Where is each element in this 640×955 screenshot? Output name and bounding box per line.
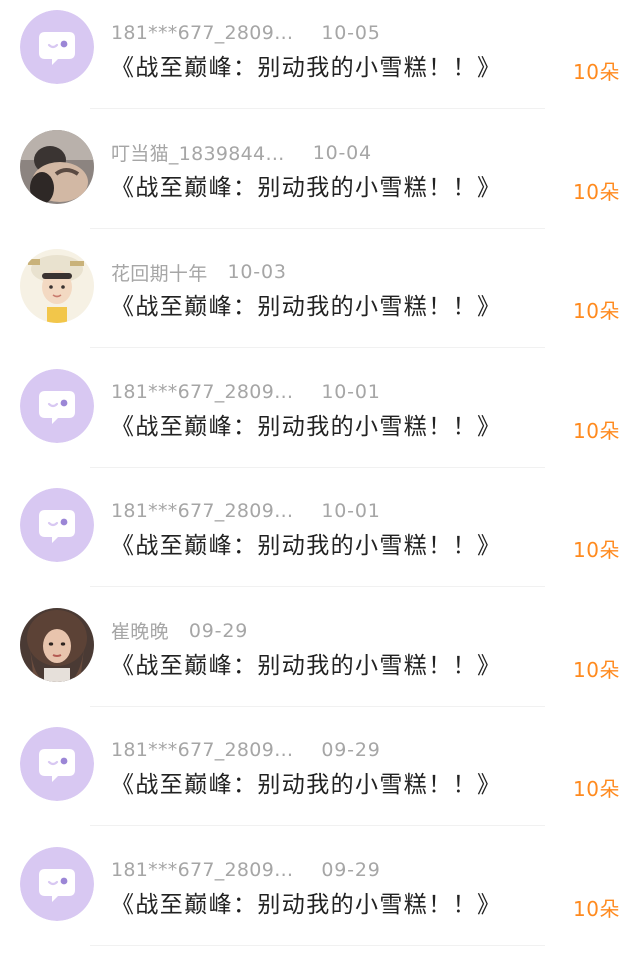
default-chat-avatar-icon[interactable] <box>20 727 94 801</box>
book-title[interactable]: 《战至巅峰：别动我的小雪糕！！》 <box>111 530 501 562</box>
record-meta: 叮当猫_1839844… 10-04 <box>111 140 372 166</box>
user-name: 叮当猫_1839844… <box>111 143 285 165</box>
row-divider <box>90 586 545 587</box>
gift-count: 10朵 <box>573 418 620 443</box>
row-divider <box>90 825 545 826</box>
record-meta: 181***677_2809… 09-29 <box>111 737 381 763</box>
book-title[interactable]: 《战至巅峰：别动我的小雪糕！！》 <box>111 291 501 323</box>
list-item[interactable]: 花回期十年 10-03 《战至巅峰：别动我的小雪糕！！》 10朵 <box>0 239 640 359</box>
gift-count: 10朵 <box>573 657 620 682</box>
record-meta: 181***677_2809… 10-01 <box>111 379 381 405</box>
list-item[interactable]: 181***677_2809… 10-01 《战至巅峰：别动我的小雪糕！！》 1… <box>0 359 640 479</box>
book-title[interactable]: 《战至巅峰：别动我的小雪糕！！》 <box>111 52 501 84</box>
record-meta: 花回期十年 10-03 <box>111 259 287 285</box>
book-title[interactable]: 《战至巅峰：别动我的小雪糕！！》 <box>111 411 501 443</box>
gift-count: 10朵 <box>573 299 620 323</box>
book-title[interactable]: 《战至巅峰：别动我的小雪糕！！》 <box>111 769 501 801</box>
default-chat-avatar-icon[interactable] <box>20 846 94 921</box>
record-date: 10-01 <box>321 380 381 403</box>
user-name: 181***677_2809… <box>111 380 294 403</box>
record-meta: 崔晚晚 09-29 <box>111 618 248 644</box>
gift-count: 10朵 <box>573 60 620 84</box>
row-divider <box>90 705 545 707</box>
default-chat-avatar-icon[interactable] <box>20 488 94 562</box>
user-name: 181***677_2809… <box>111 22 294 44</box>
gift-count: 10朵 <box>573 777 620 801</box>
default-chat-avatar-icon[interactable] <box>20 10 94 84</box>
record-meta: 181***677_2809… 09-29 <box>111 857 381 883</box>
list-item[interactable]: 181***677_2809… 10-01 《战至巅峰：别动我的小雪糕！！》 1… <box>0 478 640 598</box>
row-divider <box>90 347 545 348</box>
list-item[interactable]: 181***677_2809… 10-05 《战至巅峰：别动我的小雪糕！！》 1… <box>0 0 640 120</box>
record-meta: 181***677_2809… 10-01 <box>111 498 381 524</box>
default-chat-avatar-icon[interactable] <box>20 368 94 443</box>
record-meta: 181***677_2809… 10-05 <box>111 20 381 46</box>
user-name: 181***677_2809… <box>111 500 294 522</box>
record-date: 09-29 <box>188 619 249 642</box>
record-date: 10-01 <box>321 500 381 522</box>
record-date: 10-05 <box>321 22 381 44</box>
book-title[interactable]: 《战至巅峰：别动我的小雪糕！！》 <box>111 172 501 204</box>
cat-photo-avatar[interactable] <box>20 129 94 204</box>
list-item[interactable]: 181***677_2809… 09-29 《战至巅峰：别动我的小雪糕！！》 1… <box>0 717 640 837</box>
record-date: 10-04 <box>312 141 372 164</box>
book-title[interactable]: 《战至巅峰：别动我的小雪糕！！》 <box>111 889 501 921</box>
girl-photo-avatar[interactable] <box>20 607 94 682</box>
boy-photo-avatar[interactable] <box>20 249 94 323</box>
book-title[interactable]: 《战至巅峰：别动我的小雪糕！！》 <box>111 650 501 682</box>
user-name: 181***677_2809… <box>111 858 294 881</box>
record-date: 10-03 <box>227 261 287 283</box>
user-name: 崔晚晚 <box>111 621 169 643</box>
gift-count: 10朵 <box>573 179 620 204</box>
user-name: 花回期十年 <box>111 262 208 285</box>
gift-count: 10朵 <box>573 538 620 562</box>
gift-count: 10朵 <box>573 896 620 921</box>
row-divider <box>90 108 545 109</box>
record-date: 09-29 <box>321 858 381 881</box>
row-divider <box>90 466 545 468</box>
user-name: 181***677_2809… <box>111 739 294 761</box>
list-item[interactable]: 崔晚晚 09-29 《战至巅峰：别动我的小雪糕！！》 10朵 <box>0 598 640 718</box>
record-date: 09-29 <box>321 739 381 761</box>
list-item[interactable]: 叮当猫_1839844… 10-04 《战至巅峰：别动我的小雪糕！！》 10朵 <box>0 120 640 240</box>
list-item[interactable]: 181***677_2809… 09-29 《战至巅峰：别动我的小雪糕！！》 1… <box>0 837 640 955</box>
row-divider <box>90 944 545 946</box>
row-divider <box>90 227 545 229</box>
